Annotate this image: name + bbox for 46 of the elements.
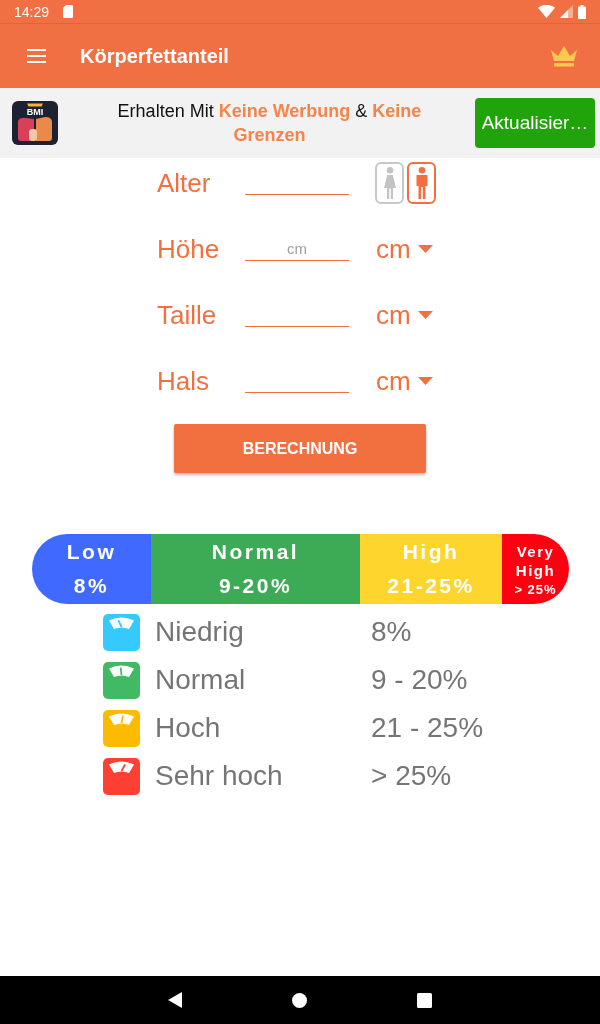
app-title: Körperfettanteil: [80, 44, 230, 68]
caret-icon: [417, 245, 433, 253]
signal-icon: [560, 5, 573, 18]
unit-dropdown[interactable]: cm: [376, 299, 433, 331]
category-label: Hoch: [155, 712, 222, 744]
upgrade-button[interactable]: Aktualisier…: [475, 98, 595, 148]
caret-icon: [417, 311, 433, 319]
promo-text: Erhalten Mit Keine Werbung & Keine Grenzen: [116, 100, 423, 147]
segment-label: High: [402, 539, 460, 565]
range-value: > 25%: [371, 760, 453, 792]
recents-icon[interactable]: [417, 992, 432, 1008]
segment-label: Normal: [211, 539, 300, 565]
segment-range: > 25%: [514, 582, 557, 598]
segment-range: 8%: [73, 573, 110, 599]
range-value: 9 - 20%: [371, 664, 469, 696]
battery-icon: [578, 4, 586, 19]
gender-option[interactable]: [375, 162, 404, 204]
segment-range: 21-25%: [387, 573, 475, 599]
crown-icon[interactable]: [550, 45, 578, 67]
home-icon[interactable]: [292, 992, 307, 1008]
caret-icon: [417, 377, 433, 385]
menu-icon[interactable]: [27, 49, 46, 63]
field-label: Höhe: [157, 233, 221, 265]
category-label: Niedrig: [155, 616, 245, 648]
calculate-button[interactable]: BERECHNUNG: [174, 424, 426, 473]
input-field[interactable]: cm: [245, 237, 349, 261]
category-label: Sehr hoch: [155, 760, 284, 792]
back-icon[interactable]: [168, 992, 182, 1008]
segment-label: Very High: [514, 542, 557, 580]
sd-card-icon: [63, 5, 74, 18]
unit-dropdown[interactable]: cm: [376, 233, 433, 265]
gender-option[interactable]: [407, 162, 436, 204]
range-value: 8%: [371, 616, 413, 648]
field-label: Taille: [157, 299, 218, 331]
woman-icon: [382, 167, 397, 199]
segment-label: Low: [66, 539, 117, 565]
app-icon: BMI: [12, 101, 58, 145]
status-time: 14:29: [14, 3, 50, 20]
field-label: Alter: [157, 167, 212, 199]
wifi-icon: [538, 5, 555, 18]
category-label: Normal: [155, 664, 247, 696]
segment-range: 9-20%: [218, 573, 293, 599]
unit-dropdown[interactable]: cm: [376, 365, 433, 397]
man-icon: [414, 167, 429, 199]
field-label: Hals: [157, 365, 210, 397]
range-value: 21 - 25%: [371, 712, 485, 744]
